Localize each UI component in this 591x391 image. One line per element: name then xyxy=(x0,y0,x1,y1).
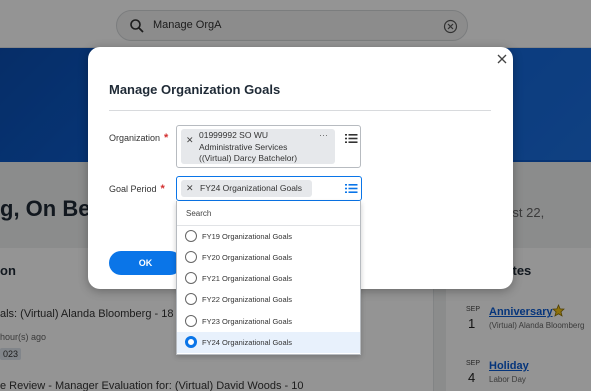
radio-button[interactable] xyxy=(185,251,197,263)
option-fy22[interactable]: FY22 Organizational Goals xyxy=(177,289,360,310)
organization-label: Organization * xyxy=(109,132,168,144)
radio-button-selected[interactable] xyxy=(185,336,197,348)
option-label: FY24 Organizational Goals xyxy=(202,338,293,347)
option-label: FY23 Organizational Goals xyxy=(202,317,293,326)
remove-icon[interactable]: ✕ xyxy=(186,183,194,194)
dialog-title: Manage Organization Goals xyxy=(109,82,281,97)
option-label: FY21 Organizational Goals xyxy=(202,274,293,283)
option-fy23[interactable]: FY23 Organizational Goals xyxy=(177,311,360,332)
goal-period-field[interactable]: ✕ FY24 Organizational Goals xyxy=(176,176,362,201)
organization-pill: ✕ 01999992 SO WU Administrative Services… xyxy=(181,129,335,164)
ok-button[interactable]: OK xyxy=(109,251,182,275)
close-icon[interactable] xyxy=(496,53,508,65)
goal-period-label: Goal Period * xyxy=(109,183,165,195)
option-fy21[interactable]: FY21 Organizational Goals xyxy=(177,268,360,289)
list-icon[interactable] xyxy=(345,183,358,194)
goal-period-pill: ✕ FY24 Organizational Goals xyxy=(181,180,312,197)
organization-field[interactable]: ✕ 01999992 SO WU Administrative Services… xyxy=(176,125,361,168)
option-label: FY20 Organizational Goals xyxy=(202,253,293,262)
goal-period-dropdown: Search FY19 Organizational Goals FY20 Or… xyxy=(176,201,361,355)
more-icon[interactable]: ··· xyxy=(319,130,328,140)
radio-button[interactable] xyxy=(185,272,197,284)
goal-period-value: FY24 Organizational Goals xyxy=(200,183,303,193)
option-label: FY19 Organizational Goals xyxy=(202,232,293,241)
organization-label-text: Organization xyxy=(109,133,161,143)
option-label: FY22 Organizational Goals xyxy=(202,295,293,304)
goal-period-label-text: Goal Period xyxy=(109,184,157,194)
organization-value: 01999992 SO WU Administrative Services (… xyxy=(199,130,298,163)
list-icon[interactable] xyxy=(345,133,358,144)
option-fy24[interactable]: FY24 Organizational Goals xyxy=(177,332,360,353)
radio-button[interactable] xyxy=(185,293,197,305)
radio-button[interactable] xyxy=(185,315,197,327)
dropdown-search-input[interactable]: Search xyxy=(177,201,360,226)
radio-button[interactable] xyxy=(185,230,197,242)
divider xyxy=(109,110,491,111)
required-icon: * xyxy=(164,132,169,144)
option-fy19[interactable]: FY19 Organizational Goals xyxy=(177,226,360,247)
remove-icon[interactable]: ✕ xyxy=(186,135,194,146)
search-placeholder: Search xyxy=(186,209,212,218)
required-icon: * xyxy=(160,183,165,195)
option-fy20[interactable]: FY20 Organizational Goals xyxy=(177,247,360,268)
